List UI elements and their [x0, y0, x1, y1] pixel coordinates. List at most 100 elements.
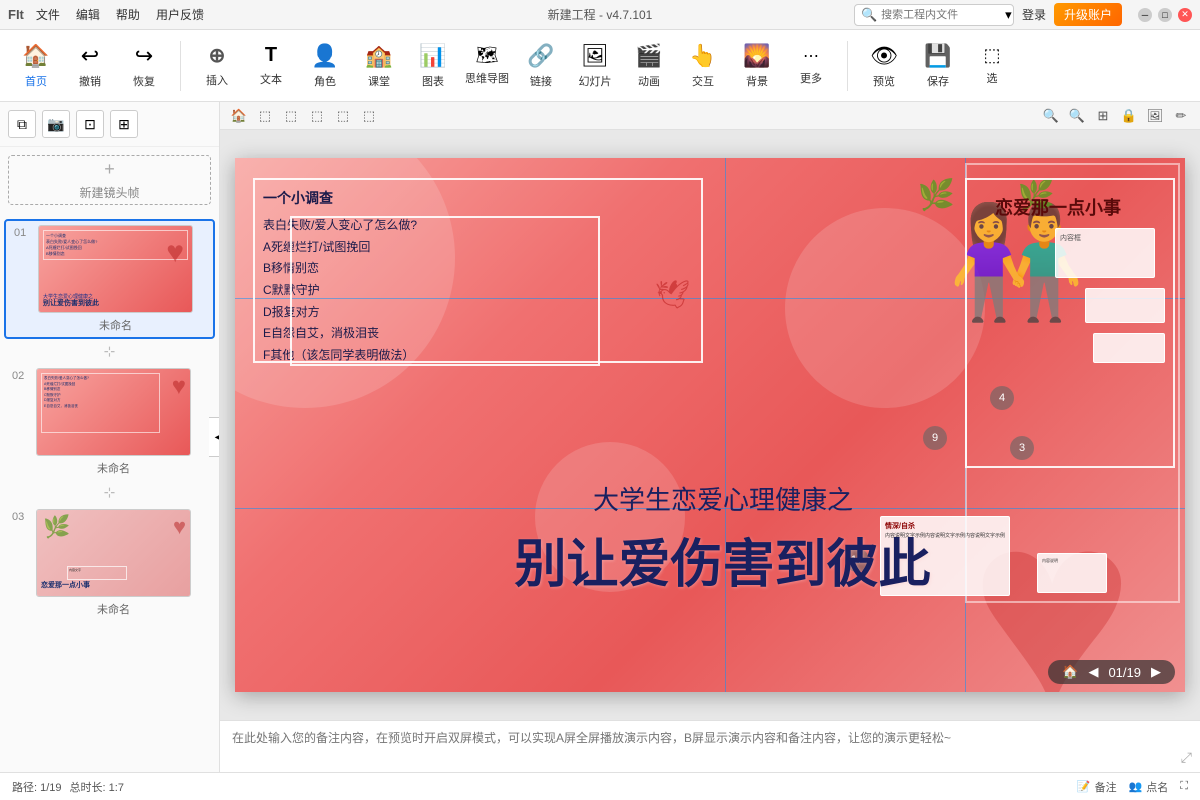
notes-expand-icon[interactable]: ⤢	[1181, 749, 1192, 766]
mindmap-icon: 🗺	[476, 45, 499, 66]
player-left: 路径: 1/19 总时长: 1:7	[12, 779, 124, 795]
player-home-icon[interactable]: 🏠	[1062, 664, 1078, 680]
chart-icon: 📊	[419, 43, 446, 69]
tb-background-button[interactable]: 🌄 背景	[731, 36, 783, 96]
tb-text-button[interactable]: T 文本	[245, 36, 297, 96]
preview-icon: 👁	[870, 43, 898, 69]
slide-thumb-2: 表白失败/爱人变心了怎么做? A死缠烂打/试图挽回 B移情别恋 C默默守护 D报…	[36, 368, 191, 456]
zoom-in-button[interactable]: 🔍	[1040, 105, 1062, 127]
tb-save-button[interactable]: 💾 保存	[912, 36, 964, 96]
tb-classroom-button[interactable]: 🏫 课堂	[353, 36, 405, 96]
player-right: 📝 备注 👥 点名 ⛶	[1077, 779, 1188, 795]
close-button[interactable]: ✕	[1178, 8, 1192, 22]
tb-link-button[interactable]: 🔗 链接	[515, 36, 567, 96]
right-title-text: 恋爱那一点小事	[995, 194, 1121, 220]
window-controls: ─ □ ✕	[1138, 8, 1192, 22]
tb-background-label: 背景	[746, 73, 768, 89]
player-next-icon[interactable]: ▶	[1151, 664, 1161, 680]
home-icon: 🏠	[22, 43, 49, 69]
upgrade-button[interactable]: 升级账户	[1054, 3, 1122, 26]
slide-num-3: 03	[12, 511, 30, 523]
canvas-tools-right: 🔍 🔍 ⊞ 🔒 🖼 ✏	[1040, 105, 1192, 127]
tb-mindmap-button[interactable]: 🗺 思维导图	[461, 36, 513, 96]
search-input[interactable]	[881, 9, 1001, 21]
text-icon: T	[265, 44, 277, 67]
slide-item-3[interactable]: 03 恋爱那一点小事 🌿 ♥ 内容文字 未命名	[4, 505, 215, 621]
frame-button[interactable]: 🖼	[1144, 105, 1166, 127]
tb-interact-button[interactable]: 👆 交互	[677, 36, 729, 96]
minimize-button[interactable]: ─	[1138, 8, 1152, 22]
zoom-out-button[interactable]: 🔍	[1066, 105, 1088, 127]
right-white-box-2	[1085, 288, 1165, 323]
content-line-4: C默默守护	[263, 280, 417, 302]
content-line-6: E自怨自艾，消极泪丧	[263, 323, 417, 345]
edit-button[interactable]: ✏	[1170, 105, 1192, 127]
tb-slideshow-button[interactable]: 🖼 幻灯片	[569, 36, 621, 96]
thumb1-bg: 一个小调查 表白失败/爱人变心了怎么做? A死缠烂打/试图挽回 B移情别恋 大学…	[39, 226, 192, 312]
undo-icon: ↩	[81, 43, 99, 69]
notes-button[interactable]: 📝 备注	[1077, 779, 1117, 795]
slide-item-1[interactable]: 01 一个小调查 表白失败/爱人变心了怎么做? A死缠烂打/试图挽回 B移情别恋…	[4, 219, 215, 339]
tb-preview-button[interactable]: 👁 预览	[858, 36, 910, 96]
login-button[interactable]: 登录	[1022, 6, 1046, 23]
sidebar: ⧉ 📷 ⊡ ⊞ + 新建镜头帧 01 一个小调查 表白失败/爱人	[0, 102, 220, 772]
canvas-box4-icon[interactable]: ⬚	[332, 105, 354, 127]
tb-home-button[interactable]: 🏠 首页	[10, 36, 62, 96]
camera-button[interactable]: 📷	[42, 110, 70, 138]
menu-help[interactable]: 帮助	[116, 6, 140, 23]
slide-item-2[interactable]: 02 表白失败/爱人变心了怎么做? A死缠烂打/试图挽回 B移情别恋 C默默守护…	[4, 364, 215, 480]
canvas-home-icon[interactable]: 🏠	[228, 105, 250, 127]
slide-sub-title[interactable]: 大学生恋爱心理健康之	[593, 480, 853, 517]
fit-view-button[interactable]: ⊡	[76, 110, 104, 138]
fullscreen-icon: ⛶	[1180, 780, 1188, 793]
copy-frame-button[interactable]: ⧉	[8, 110, 36, 138]
new-frame-label: 新建镜头帧	[79, 184, 139, 201]
maximize-button[interactable]: □	[1158, 8, 1172, 22]
canvas-box2-icon[interactable]: ⬚	[280, 105, 302, 127]
slide-player-overlay: 🏠 ◀ 01/19 ▶	[1048, 660, 1175, 684]
lock-button[interactable]: 🔒	[1118, 105, 1140, 127]
tb-animation-button[interactable]: 🎬 动画	[623, 36, 675, 96]
slide-info-2: 表白失败/爱人变心了怎么做? A死缠烂打/试图挽回 B移情别恋 C默默守护 D报…	[36, 368, 191, 476]
tb-preview-label: 预览	[873, 73, 895, 89]
tb-undo-button[interactable]: ↩ 撤销	[64, 36, 116, 96]
slide-main-title[interactable]: 别让爱伤害到彼此	[514, 522, 930, 597]
toolbar-main-group: 🏠 首页 ↩ 撤销 ↪ 恢复	[10, 36, 170, 96]
grid-toggle-button[interactable]: ⊞	[1092, 105, 1114, 127]
notes-textarea[interactable]	[232, 729, 1188, 765]
new-frame-button[interactable]: + 新建镜头帧	[8, 155, 211, 205]
fullscreen-button[interactable]: ⛶	[1180, 780, 1188, 793]
tb-link-label: 链接	[530, 73, 552, 89]
search-dropdown-icon[interactable]: ▾	[1005, 7, 1012, 23]
tb-insert-button[interactable]: ⊕ 插入	[191, 36, 243, 96]
tb-redo-button[interactable]: ↪ 恢复	[118, 36, 170, 96]
status-bar: 路径: 1/19 总时长: 1:7 📝 备注 👥 点名 ⛶	[0, 772, 1200, 800]
tb-slideshow-label: 幻灯片	[579, 73, 612, 89]
rename-button[interactable]: 👥 点名	[1129, 779, 1169, 795]
tb-more-button[interactable]: ⋯ 更多	[785, 36, 837, 96]
badge-9: 9	[923, 426, 947, 450]
slide-label-1: 未命名	[38, 317, 193, 333]
thumb2-bg: 表白失败/爱人变心了怎么做? A死缠烂打/试图挽回 B移情别恋 C默默守护 D报…	[37, 369, 190, 455]
tb-character-button[interactable]: 👤 角色	[299, 36, 351, 96]
rename-label: 点名	[1146, 779, 1168, 795]
slide-canvas[interactable]: ♥ 👫 🌿 🌿 一个小调查 表白失败/爱人变心了怎么做? A死缠烂打/试图挽回 …	[235, 158, 1185, 692]
right-white-box-1: 内容框	[1055, 228, 1155, 278]
tb-select-button[interactable]: ⬚ 选	[966, 36, 1018, 96]
canvas-box3-icon[interactable]: ⬚	[306, 105, 328, 127]
animation-icon: 🎬	[635, 43, 662, 69]
search-box[interactable]: 🔍 ▾	[854, 4, 1014, 26]
canvas-box5-icon[interactable]: ⬚	[358, 105, 380, 127]
menu-edit[interactable]: 编辑	[76, 6, 100, 23]
player-prev-icon[interactable]: ◀	[1088, 664, 1098, 680]
layer-button[interactable]: ⊞	[110, 110, 138, 138]
tb-save-label: 保存	[927, 73, 949, 89]
content-line-2: A死缠烂打/试图挽回	[263, 237, 417, 259]
menu-feedback[interactable]: 用户反馈	[156, 6, 204, 23]
menu-file[interactable]: 文件	[36, 6, 60, 23]
tb-chart-button[interactable]: 📊 图表	[407, 36, 459, 96]
canvas-box1-icon[interactable]: ⬚	[254, 105, 276, 127]
tb-insert-label: 插入	[206, 72, 228, 88]
sidebar-collapse-button[interactable]: ◀	[209, 417, 220, 457]
slide-separator-1: ⊹	[0, 341, 219, 362]
